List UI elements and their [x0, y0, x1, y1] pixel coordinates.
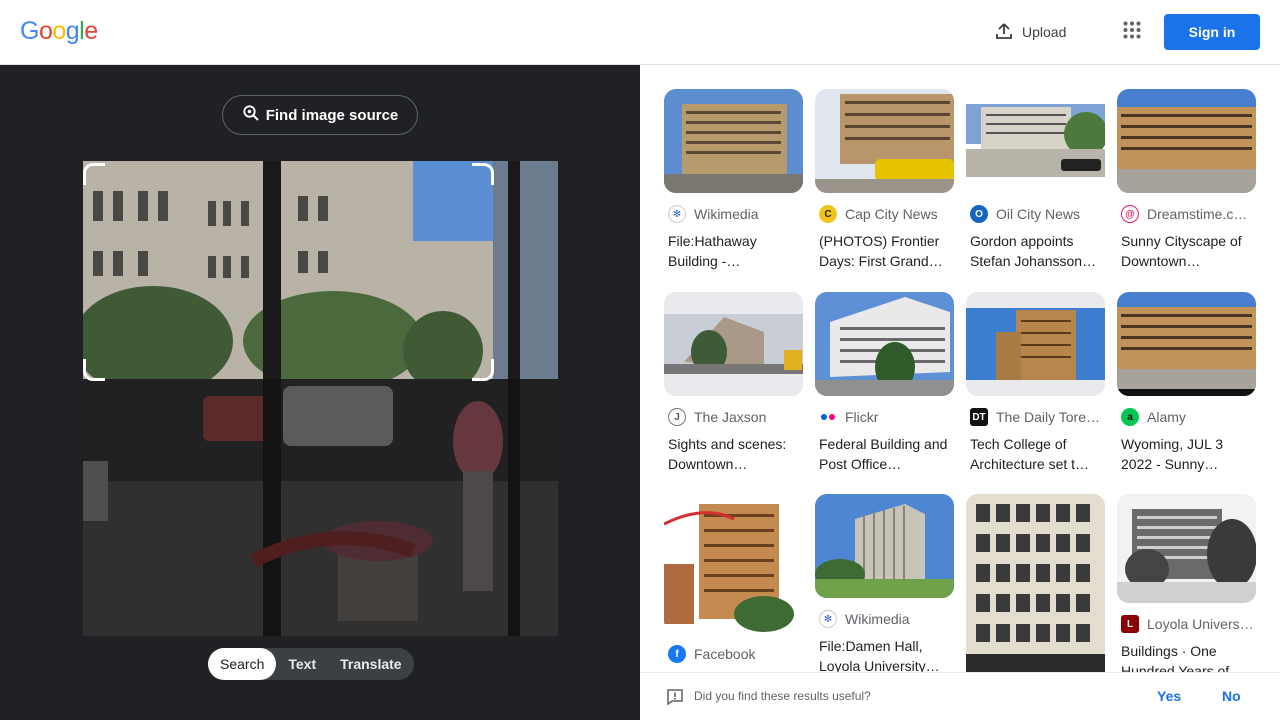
mode-search-tab[interactable]: Search: [208, 648, 277, 680]
lens-search-icon: [242, 104, 260, 126]
query-image: [83, 161, 558, 636]
result-thumbnail[interactable]: [1117, 292, 1256, 396]
crop-handle-top-right[interactable]: [472, 163, 494, 185]
google-logo[interactable]: Google: [20, 17, 98, 46]
result-card[interactable]: J The Jaxson Sights and scenes: Downtown…: [664, 292, 803, 474]
top-bar: Google Upload Sign in: [0, 0, 1280, 65]
oilcity-icon: O: [970, 205, 988, 223]
result-title[interactable]: File:Damen Hall, Loyola University…: [815, 636, 954, 672]
find-image-source-button[interactable]: Find image source: [222, 95, 418, 135]
result-card[interactable]: DT The Daily Tore… Tech College of Archit…: [966, 292, 1105, 474]
result-source: Cap City News: [845, 206, 938, 222]
lens-image-pane: Find image source Search Text Translate: [0, 65, 640, 720]
result-source: Facebook: [694, 646, 756, 662]
feedback-yes-button[interactable]: Yes: [1157, 688, 1181, 704]
crop-handle-bottom-left[interactable]: [83, 359, 105, 381]
result-title[interactable]: Buildings · One Hundred Years of…: [1117, 641, 1256, 672]
result-card[interactable]: O Oil City News Gordon appoints Stefan Jo…: [966, 89, 1105, 271]
upload-button[interactable]: Upload: [986, 14, 1074, 50]
crop-handle-top-left[interactable]: [83, 163, 105, 185]
feedback-icon: [666, 688, 684, 711]
crop-handle-bottom-right[interactable]: [472, 359, 494, 381]
feedback-no-button[interactable]: No: [1222, 688, 1241, 704]
result-card[interactable]: a Alamy Wyoming, JUL 3 2022 - Sunny…: [1117, 292, 1256, 474]
result-source: Alamy: [1147, 409, 1186, 425]
result-card[interactable]: [966, 494, 1105, 672]
google-apps-button[interactable]: [1114, 14, 1150, 50]
feedback-bar: Did you find these results useful? Yes N…: [640, 672, 1280, 720]
mode-text-tab[interactable]: Text: [276, 648, 328, 680]
result-card[interactable]: f Facebook: [664, 494, 803, 663]
result-title[interactable]: Sights and scenes: Downtown…: [664, 434, 803, 474]
result-thumbnail[interactable]: [664, 292, 803, 396]
visual-matches-pane: ✻ Wikimedia File:Hathaway Building -… C Ca…: [640, 65, 1280, 672]
result-title[interactable]: File:Hathaway Building -…: [664, 231, 803, 271]
result-source: Loyola Univers…: [1147, 616, 1254, 632]
result-title[interactable]: Gordon appoints Stefan Johansson…: [966, 231, 1105, 271]
feedback-question: Did you find these results useful?: [694, 689, 871, 703]
mode-translate-tab[interactable]: Translate: [328, 648, 413, 680]
jaxson-icon: J: [668, 408, 686, 426]
alamy-icon: a: [1121, 408, 1139, 426]
result-source: Wikimedia: [845, 611, 910, 627]
result-title[interactable]: Tech College of Architecture set t…: [966, 434, 1105, 474]
result-thumbnail[interactable]: [815, 292, 954, 396]
result-thumbnail[interactable]: [966, 292, 1105, 396]
dailytoreador-icon: DT: [970, 408, 988, 426]
result-thumbnail[interactable]: [664, 89, 803, 193]
result-thumbnail[interactable]: [966, 89, 1105, 193]
find-source-label: Find image source: [265, 106, 399, 124]
result-thumbnail[interactable]: [815, 494, 954, 598]
result-title[interactable]: Sunny Cityscape of Downtown…: [1117, 231, 1256, 271]
result-thumbnail[interactable]: [815, 89, 954, 193]
result-source: Oil City News: [996, 206, 1081, 222]
upload-label: Upload: [1022, 24, 1067, 40]
result-thumbnail[interactable]: [1117, 89, 1256, 193]
loyola-icon: L: [1121, 615, 1139, 633]
wikimedia-icon: ✻: [819, 610, 837, 628]
result-thumbnail[interactable]: [1117, 494, 1256, 603]
result-title[interactable]: Wyoming, JUL 3 2022 - Sunny…: [1117, 434, 1256, 474]
result-source: The Jaxson: [694, 409, 767, 425]
result-thumbnail[interactable]: [966, 494, 1105, 672]
upload-icon: [994, 21, 1014, 44]
result-card[interactable]: ✻ Wikimedia File:Damen Hall, Loyola Unive…: [815, 494, 954, 672]
result-thumbnail[interactable]: [664, 494, 803, 633]
result-card[interactable]: C Cap City News (PHOTOS) Frontier Days: F…: [815, 89, 954, 271]
result-card[interactable]: ✻ Wikimedia File:Hathaway Building -…: [664, 89, 803, 271]
sign-in-button[interactable]: Sign in: [1164, 14, 1260, 50]
lens-mode-switcher: Search Text Translate: [208, 648, 414, 680]
apps-grid-icon: [1123, 21, 1141, 44]
result-source: Wikimedia: [694, 206, 759, 222]
wikimedia-icon: ✻: [668, 205, 686, 223]
result-title[interactable]: Federal Building and Post Office…: [815, 434, 954, 474]
result-card[interactable]: Flickr Federal Building and Post Office…: [815, 292, 954, 474]
result-source: The Daily Tore…: [996, 409, 1101, 425]
facebook-icon: f: [668, 645, 686, 663]
result-source: Dreamstime.c…: [1147, 206, 1248, 222]
flickr-icon: [819, 408, 837, 426]
result-title[interactable]: (PHOTOS) Frontier Days: First Grand…: [815, 231, 954, 271]
result-card[interactable]: L Loyola Univers… Buildings · One Hundred…: [1117, 494, 1256, 672]
result-source: Flickr: [845, 409, 879, 425]
result-card[interactable]: @ Dreamstime.c… Sunny Cityscape of Downto…: [1117, 89, 1256, 271]
capcity-icon: C: [819, 205, 837, 223]
dreamstime-icon: @: [1121, 205, 1139, 223]
